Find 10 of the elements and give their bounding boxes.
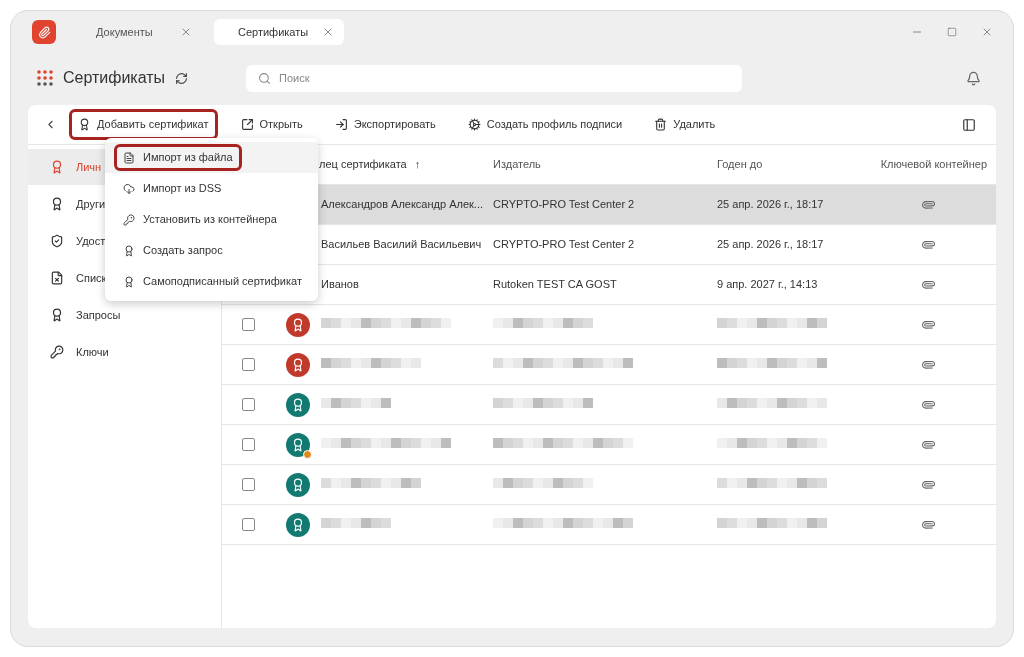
table-cell-text: Васильев Василий Васильевич — [321, 237, 483, 253]
table-cell-text: 25 апр. 2026 г., 18:17 — [717, 197, 825, 213]
table-cell-text: Иванов — [321, 277, 360, 293]
table-cell-text: CRYPTO-PRO Test Center 2 — [493, 237, 636, 253]
table-cell-text: Rutoken TEST CA GOST — [493, 277, 618, 293]
table-cell-text: Александров Александр Алек... — [321, 197, 484, 213]
page-title: Сертификаты — [63, 68, 166, 88]
table-cell-text: 25 апр. 2026 г., 18:17 — [717, 237, 825, 253]
table-cell-text: CRYPTO-PRO Test Center 2 — [493, 197, 636, 213]
table-cell-text: 9 апр. 2027 г., 14:13 — [717, 277, 819, 293]
